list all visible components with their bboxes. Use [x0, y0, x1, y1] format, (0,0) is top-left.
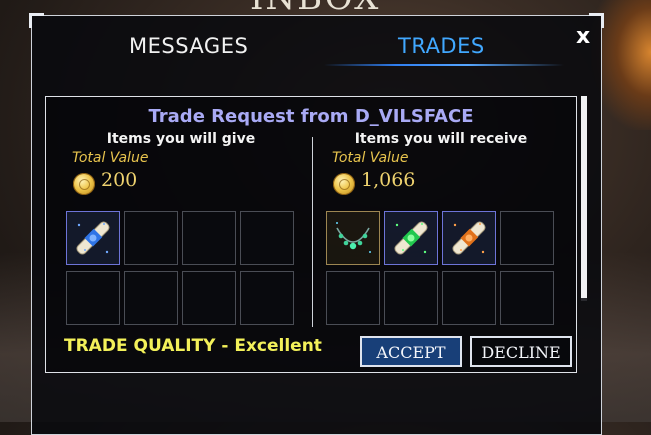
- tab-messages[interactable]: MESSAGES: [129, 34, 248, 58]
- empty-item-slot[interactable]: [326, 271, 380, 325]
- active-tab-underline: [324, 64, 564, 66]
- receive-total-value: 1,066: [361, 169, 416, 191]
- item-slot[interactable]: [66, 211, 120, 265]
- item-slot[interactable]: [384, 211, 438, 265]
- empty-item-slot[interactable]: [66, 271, 120, 325]
- tab-trades[interactable]: TRADES: [398, 34, 485, 58]
- decline-button[interactable]: DECLINE: [470, 336, 572, 367]
- give-total-label: Total Value: [72, 150, 149, 166]
- gold-coin-icon: [333, 173, 355, 195]
- scroll-orange-icon: [452, 221, 486, 255]
- trade-title: Trade Request from D_VILSFACE: [148, 106, 474, 127]
- accept-button[interactable]: ACCEPT: [360, 336, 462, 367]
- give-item-grid: [66, 211, 298, 327]
- empty-item-slot[interactable]: [240, 211, 294, 265]
- empty-item-slot[interactable]: [124, 271, 178, 325]
- tab-bar: MESSAGES TRADES: [32, 16, 601, 86]
- scroll-green-icon: [394, 221, 428, 255]
- receive-total-label: Total Value: [332, 150, 409, 166]
- receive-item-grid: [326, 211, 558, 327]
- column-divider: [312, 137, 313, 327]
- empty-item-slot[interactable]: [500, 271, 554, 325]
- receive-column: Items you will receive Total Value 1,066: [316, 131, 566, 331]
- empty-item-slot[interactable]: [384, 271, 438, 325]
- empty-item-slot[interactable]: [182, 271, 236, 325]
- gold-coin-icon: [73, 173, 95, 195]
- empty-item-slot[interactable]: [442, 271, 496, 325]
- item-slot[interactable]: [442, 211, 496, 265]
- trade-request-card: Trade Request from D_VILSFACE Items you …: [45, 96, 577, 373]
- empty-item-slot[interactable]: [500, 211, 554, 265]
- empty-item-slot[interactable]: [182, 211, 236, 265]
- scroll-blue-icon: [76, 221, 110, 255]
- item-slot[interactable]: [326, 211, 380, 265]
- close-button[interactable]: x: [576, 24, 590, 49]
- inbox-window: MESSAGES TRADES x Trade Request from D_V…: [29, 13, 604, 435]
- give-total-value: 200: [101, 169, 138, 191]
- give-heading: Items you will give: [106, 131, 256, 147]
- scrollbar-thumb[interactable]: [581, 96, 587, 298]
- receive-heading: Items you will receive: [354, 131, 528, 147]
- necklace-teal-icon: [336, 222, 371, 253]
- empty-item-slot[interactable]: [240, 271, 294, 325]
- empty-item-slot[interactable]: [124, 211, 178, 265]
- trade-quality-text: TRADE QUALITY - Excellent: [64, 336, 322, 356]
- give-column: Items you will give Total Value 200: [56, 131, 306, 331]
